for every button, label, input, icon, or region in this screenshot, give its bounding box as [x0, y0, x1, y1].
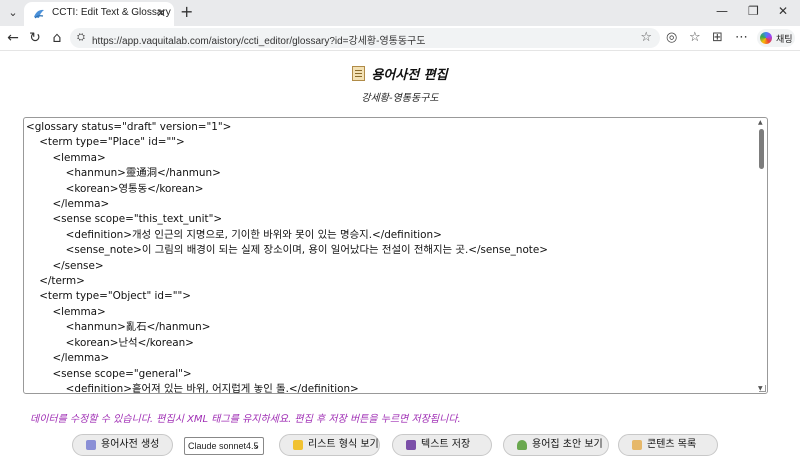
save-text-label: 텍스트 저장	[421, 439, 471, 450]
home-icon[interactable]: ⌂	[48, 29, 66, 47]
url-field[interactable]: ⛭ https://app.vaquitalab.com/aistory/cct…	[70, 28, 660, 48]
edit-notice: 데이터를 수정할 수 있습니다. 편집시 XML 태그를 유지하세요. 편집 후…	[30, 414, 461, 425]
chevron-down-icon: ⌄	[253, 441, 260, 450]
scroll-icon	[632, 440, 642, 450]
collections-icon[interactable]: ⊞	[712, 30, 723, 45]
contents-list-label: 콘텐츠 목록	[647, 439, 697, 450]
seedling-icon	[517, 440, 527, 450]
address-bar-row: ← ↻ ⌂ ⛭ https://app.vaquitalab.com/aisto…	[0, 26, 800, 51]
memo-icon	[352, 66, 366, 81]
generate-glossary-button[interactable]: 용어사전 생성	[72, 434, 173, 456]
draft-view-button[interactable]: 용어집 초안 보기	[503, 434, 609, 456]
site-info-icon[interactable]: ⛭	[77, 32, 85, 43]
list-view-label: 리스트 형식 보기	[308, 439, 379, 450]
draft-view-label: 용어집 초안 보기	[532, 439, 603, 450]
extension-icon[interactable]: ◎	[666, 30, 677, 45]
tab-close-icon[interactable]: ✕	[156, 6, 166, 20]
copilot-logo-icon	[760, 32, 772, 44]
page-title: 용어사전 편집	[0, 64, 800, 83]
more-menu-icon[interactable]: ⋯	[735, 30, 748, 45]
url-text: https://app.vaquitalab.com/aistory/ccti_…	[92, 36, 426, 47]
list-view-button[interactable]: 리스트 형식 보기	[279, 434, 380, 456]
scroll-thumb[interactable]	[759, 129, 764, 169]
minimize-icon[interactable]: —	[716, 4, 728, 18]
resize-handle[interactable]	[759, 385, 766, 392]
favorites-icon[interactable]: ☆	[689, 30, 701, 45]
floppy-disk-icon	[406, 440, 416, 450]
scroll-up-icon[interactable]: ▲	[758, 119, 763, 126]
copilot-chat-button[interactable]: 채팅	[757, 29, 795, 47]
tab-list-chevron-icon[interactable]: ⌄	[4, 4, 22, 22]
back-arrow-icon[interactable]: ←	[4, 29, 22, 47]
page-title-text: 용어사전 편집	[371, 68, 448, 83]
generate-glossary-label: 용어사전 생성	[101, 439, 160, 450]
window-close-icon[interactable]: ✕	[778, 4, 788, 18]
chat-label: 채팅	[776, 35, 793, 45]
notepad-icon	[293, 440, 303, 450]
new-tab-button[interactable]: +	[180, 3, 193, 21]
reload-icon[interactable]: ↻	[26, 29, 44, 47]
robot-icon	[86, 440, 96, 450]
save-text-button[interactable]: 텍스트 저장	[392, 434, 492, 456]
model-select[interactable]: Claude sonnet4.5 ⌄	[184, 437, 264, 455]
tab-title: CCTI: Edit Text & Glossary	[52, 7, 171, 18]
contents-list-button[interactable]: 콘텐츠 목록	[618, 434, 718, 456]
restore-icon[interactable]: ❐	[748, 4, 759, 18]
glossary-xml-editor[interactable]: <glossary status="draft" version="1"> <t…	[23, 117, 768, 394]
model-select-value: Claude sonnet4.5	[188, 441, 259, 451]
editor-scrollbar[interactable]: ▲ ▼	[757, 119, 766, 392]
editor-text[interactable]: <glossary status="draft" version="1"> <t…	[24, 118, 767, 393]
page-subtitle: 강세황-영통동구도	[361, 93, 439, 104]
favorite-star-icon[interactable]: ☆	[640, 30, 652, 45]
site-favicon-icon	[34, 9, 44, 19]
tab-strip: ⌄ CCTI: Edit Text & Glossary ✕ + — ❐ ✕	[0, 0, 800, 26]
browser-tab[interactable]: CCTI: Edit Text & Glossary ✕	[24, 2, 174, 26]
